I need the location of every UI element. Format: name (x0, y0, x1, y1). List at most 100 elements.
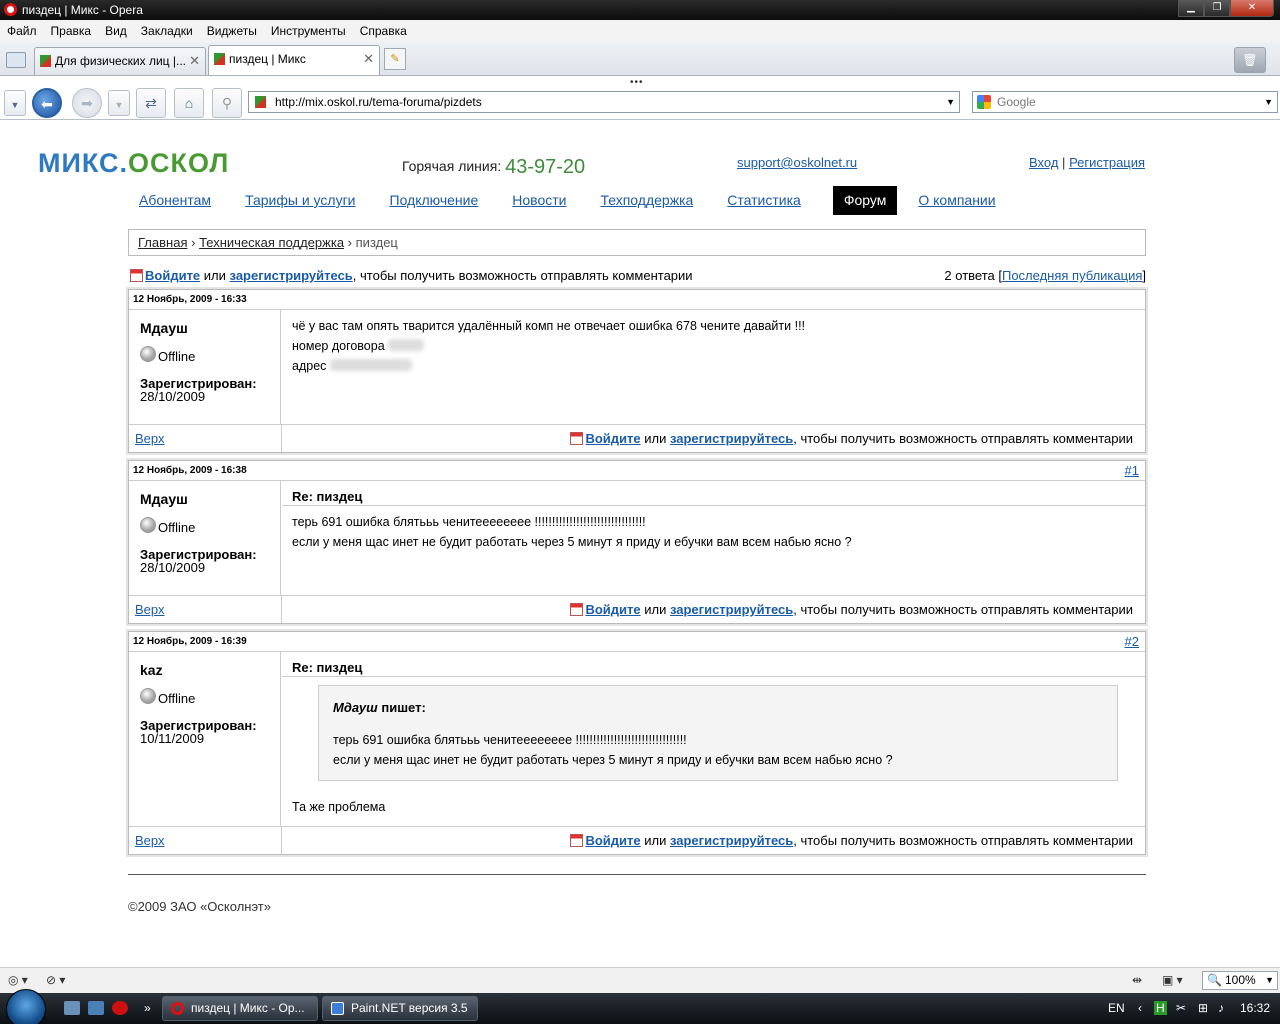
nav-statistics[interactable]: Статистика (725, 186, 803, 215)
login-prompt-login-link[interactable]: Войдите (145, 268, 200, 283)
author-status: Offline (140, 346, 269, 365)
forward-dropdown-icon[interactable]: ▼ (108, 90, 130, 116)
support-email-link[interactable]: support@oskolnet.ru (737, 155, 857, 170)
taskbar-opera-button[interactable]: пиздец | Микс - Ор... (162, 996, 318, 1021)
post-number-link[interactable]: #1 (1125, 461, 1139, 481)
quicklaunch-overflow-icon[interactable]: » (144, 1001, 151, 1015)
opera-logo-icon (4, 3, 17, 16)
reload-icon[interactable]: ⇄ (136, 88, 166, 118)
login-prompt-register-link[interactable]: зарегистрируйтесь (230, 268, 353, 283)
register-link[interactable]: зарегистрируйтесь (670, 431, 793, 446)
offline-status-icon (140, 346, 156, 362)
quote-block: Мдауш пишет: терь 691 ошибка блятььь чен… (318, 685, 1118, 781)
history-dropdown-icon[interactable]: ▼ (4, 90, 26, 116)
post-number-link[interactable]: #2 (1125, 632, 1139, 652)
nav-news[interactable]: Новости (510, 186, 568, 215)
back-to-top-link[interactable]: Верх (135, 827, 165, 854)
trash-can-icon[interactable]: 🗑 (1234, 47, 1266, 73)
post-body: Мдауш Offline Зарегистрирован: 28/10/2009… (129, 310, 1145, 425)
images-toggle-icon[interactable]: ▣ ▾ (1162, 973, 1183, 987)
breadcrumb-home[interactable]: Главная (138, 235, 187, 250)
answers-count: 2 ответа [Последняя публикация] (944, 268, 1146, 283)
offline-status-icon (140, 517, 156, 533)
menu-bookmarks[interactable]: Закладки (141, 20, 193, 42)
login-link[interactable]: Вход (1029, 155, 1058, 170)
network-icon[interactable]: ⊞ (1198, 1001, 1208, 1015)
new-tab-button[interactable]: ✎ (384, 48, 406, 70)
opera-quicklaunch-icon[interactable] (112, 1001, 128, 1015)
menu-help[interactable]: Справка (360, 20, 407, 42)
post-date: 12 Ноябрь, 2009 - 16:38 (133, 465, 247, 476)
nav-connection[interactable]: Подключение (388, 186, 481, 215)
nav-support[interactable]: Техподдержка (598, 186, 695, 215)
login-link[interactable]: Войдите (585, 602, 640, 617)
back-to-top-link[interactable]: Верх (135, 596, 165, 623)
volume-icon[interactable]: ♪ (1218, 1001, 1224, 1015)
site-logo[interactable]: МИКС.ОСКОЛ (38, 148, 229, 179)
register-link[interactable]: зарегистрируйтесь (670, 833, 793, 848)
search-placeholder[interactable]: Google (997, 95, 1036, 109)
login-link[interactable]: Войдите (585, 833, 640, 848)
post-body: kaz Offline Зарегистрирован: 10/11/2009 R… (129, 652, 1145, 827)
main-navigation: Абонентам Тарифы и услуги Подключение Но… (137, 186, 1028, 215)
register-link[interactable]: зарегистрируйтесь (670, 602, 793, 617)
address-bar[interactable]: http://mix.oskol.ru/tema-foruma/pizdets … (248, 91, 960, 113)
zoom-selector[interactable]: 🔍 100% ▼ (1202, 971, 1278, 990)
maximize-button[interactable]: ❐ (1204, 0, 1230, 17)
fit-width-icon[interactable]: ⇹ (1132, 973, 1142, 987)
home-icon[interactable]: ⌂ (174, 88, 204, 118)
last-post-link[interactable]: Последняя публикация (1002, 268, 1142, 283)
tab-individuals[interactable]: Для физических лиц |... ✕ (34, 47, 206, 75)
auth-separator: | (1062, 155, 1066, 170)
switch-windows-icon[interactable] (88, 1001, 104, 1015)
breadcrumb-section[interactable]: Техническая поддержка (199, 235, 344, 250)
menu-file[interactable]: Файл (7, 20, 37, 42)
clock[interactable]: 16:32 (1240, 1001, 1270, 1015)
tab-close-icon[interactable]: ✕ (363, 46, 374, 72)
post-author-panel: kaz Offline Зарегистрирован: 10/11/2009 (129, 652, 281, 826)
search-field[interactable]: Google ▼ (972, 91, 1278, 113)
minimize-button[interactable]: ▁ (1178, 0, 1204, 17)
post-line: адрес (292, 356, 1135, 376)
post-header: 12 Ноябрь, 2009 - 16:38 #1 (129, 461, 1145, 481)
menu-edit[interactable]: Правка (51, 20, 92, 42)
login-link[interactable]: Войдите (585, 431, 640, 446)
tab-close-icon[interactable]: ✕ (189, 48, 200, 74)
address-dropdown-icon[interactable]: ▼ (946, 92, 955, 112)
author-name[interactable]: Мдауш (140, 491, 269, 507)
back-to-top-link[interactable]: Верх (135, 425, 165, 452)
tray-app-icon[interactable]: H (1154, 1001, 1167, 1015)
nav-about[interactable]: О компании (916, 186, 997, 215)
author-registration: Зарегистрирован: 28/10/2009 (140, 376, 257, 404)
wand-icon[interactable]: ⚲ (212, 88, 242, 118)
hotline: Горячая линия: 43-97-20 (402, 154, 585, 178)
breadcrumb-separator: › (191, 235, 196, 250)
nav-tariffs[interactable]: Тарифы и услуги (243, 186, 357, 215)
forward-arrow-icon[interactable]: ➡ (72, 88, 102, 118)
nav-subscribers[interactable]: Абонентам (137, 186, 213, 215)
author-name[interactable]: Мдауш (140, 320, 269, 336)
taskbar-paintnet-button[interactable]: Paint.NET версия 3.5 (322, 996, 478, 1021)
post-author-panel: Мдауш Offline Зарегистрирован: 28/10/2009 (129, 310, 281, 424)
forum-post: 12 Ноябрь, 2009 - 16:33 Мдауш Offline За… (126, 287, 1148, 455)
menu-tools[interactable]: Инструменты (271, 20, 346, 42)
menu-view[interactable]: Вид (105, 20, 127, 42)
menu-widgets[interactable]: Виджеты (207, 20, 257, 42)
login-prompt: Войдите или зарегистрируйтесь, чтобы пол… (130, 268, 693, 283)
tab-current[interactable]: пиздец | Микс ✕ (208, 45, 380, 75)
nav-forum[interactable]: Форум (832, 186, 898, 215)
register-link[interactable]: Регистрация (1069, 155, 1145, 170)
author-name[interactable]: kaz (140, 662, 269, 678)
back-arrow-icon[interactable]: ⬅ (32, 88, 62, 118)
address-url[interactable]: http://mix.oskol.ru/tema-foruma/pizdets (275, 95, 482, 109)
language-indicator[interactable]: EN (1108, 1001, 1125, 1015)
tray-tools-icon[interactable]: ✂ (1176, 1001, 1186, 1015)
speed-dial-icon[interactable]: ◎ ▾ (8, 973, 28, 987)
panels-toggle-icon[interactable] (6, 52, 26, 68)
turbo-icon[interactable]: ⊘ ▾ (46, 973, 65, 987)
tray-expand-icon[interactable]: ‹ (1138, 1001, 1142, 1015)
start-button[interactable] (6, 989, 46, 1024)
show-desktop-icon[interactable] (64, 1001, 80, 1015)
search-dropdown-icon[interactable]: ▼ (1264, 92, 1273, 112)
close-window-button[interactable]: ✕ (1230, 0, 1274, 17)
